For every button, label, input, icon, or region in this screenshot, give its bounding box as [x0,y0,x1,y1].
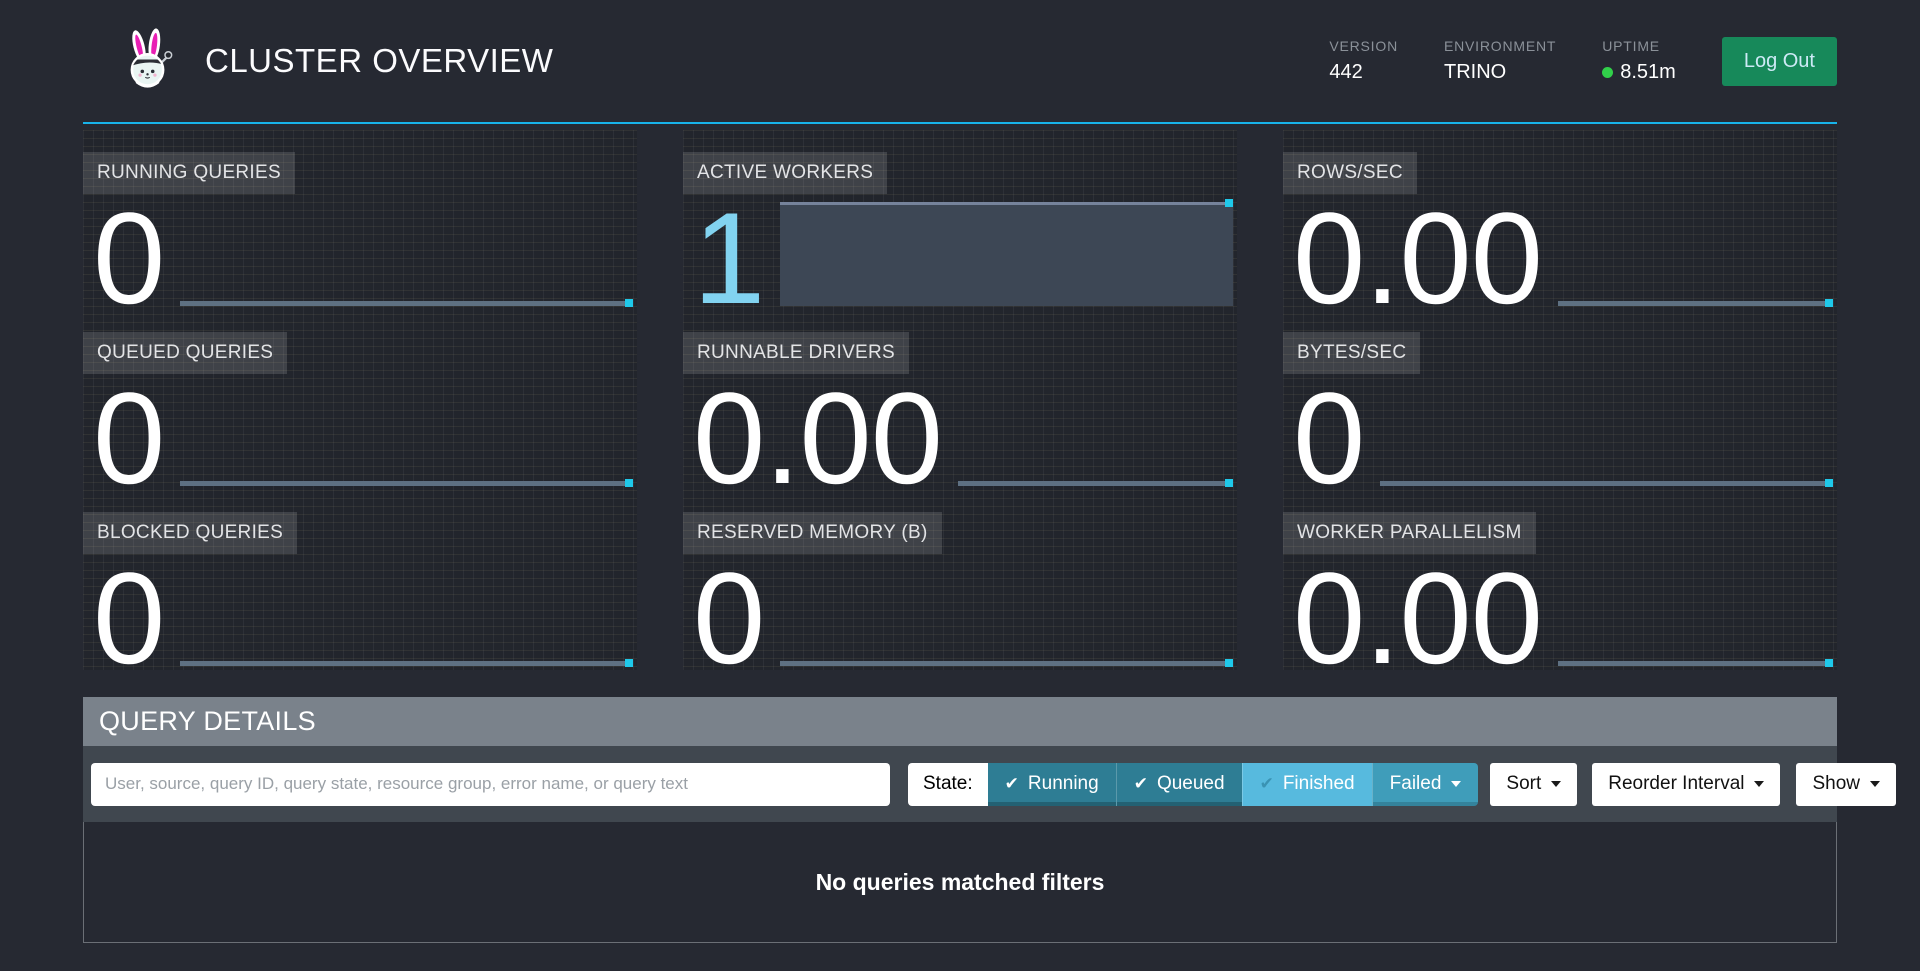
query-list-area: No queries matched filters [83,822,1837,943]
stat-value: 0 [83,388,164,488]
query-details-toolbar: State: ✔ Running ✔ Queued ✔ Finished Fai… [83,746,1837,822]
stat-value: 0 [83,208,164,308]
cluster-overview-page: CLUSTER OVERVIEW VERSION 442 ENVIRONMENT… [0,0,1920,943]
environment-label: ENVIRONMENT [1444,38,1556,54]
uptime-status-dot-icon [1602,67,1613,78]
stat-active-workers: ACTIVE WORKERS 1 [683,130,1237,310]
version-info: VERSION 442 [1329,38,1398,84]
sparkline-chart [1558,301,1833,306]
trino-bunny-logo-icon [123,28,175,94]
sparkline-dot-icon [625,299,633,307]
state-filter-finished[interactable]: ✔ Finished [1242,763,1372,806]
sparkline-chart [180,301,633,306]
stat-runnable-drivers: RUNNABLE DRIVERS 0.00 [683,310,1237,490]
state-filter-finished-label: Finished [1283,773,1355,795]
stat-bytes-per-sec: BYTES/SEC 0 [1283,310,1837,490]
stat-value: 0 [83,568,164,668]
sort-dropdown-button[interactable]: Sort [1490,763,1577,806]
stat-value: 0 [683,568,764,668]
sparkline-chart [180,661,633,666]
environment-value: TRINO [1444,61,1556,84]
query-search-input[interactable] [91,763,890,806]
state-filter-group: State: ✔ Running ✔ Queued ✔ Finished Fai… [908,763,1478,806]
sparkline-dot-icon [1225,659,1233,667]
sort-label: Sort [1506,773,1541,795]
show-dropdown-button[interactable]: Show [1796,763,1896,806]
stat-worker-parallelism: WORKER PARALLELISM 0.00 [1283,490,1837,670]
stat-reserved-memory: RESERVED MEMORY (B) 0 [683,490,1237,670]
empty-results-message: No queries matched filters [816,869,1105,896]
sparkline-dot-icon [1825,659,1833,667]
sparkline-area-chart [780,202,1233,306]
sparkline-chart [1558,661,1833,666]
chevron-down-icon [1754,781,1764,787]
uptime-label: UPTIME [1602,38,1676,54]
stats-column-2: ACTIVE WORKERS 1 RUNNABLE DRIVERS 0.00 R… [683,130,1237,670]
state-filter-queued-label: Queued [1157,773,1225,795]
state-filter-failed-dropdown[interactable]: Failed [1372,763,1479,806]
sparkline-dot-icon [1225,199,1233,207]
version-value: 442 [1329,61,1398,84]
stat-value: 0.00 [683,388,942,488]
sparkline-dot-icon [1225,479,1233,487]
version-label: VERSION [1329,38,1398,54]
sparkline-dot-icon [625,659,633,667]
stats-column-1: RUNNING QUERIES 0 QUEUED QUERIES 0 BLOCK… [83,130,637,670]
logout-button[interactable]: Log Out [1722,37,1837,86]
stat-blocked-queries: BLOCKED QUERIES 0 [83,490,637,670]
sparkline-chart [780,661,1233,666]
app-header: CLUSTER OVERVIEW VERSION 442 ENVIRONMENT… [83,0,1837,124]
uptime-value: 8.51m [1620,61,1676,84]
state-filter-running[interactable]: ✔ Running [988,763,1116,806]
cluster-info: VERSION 442 ENVIRONMENT TRINO UPTIME 8.5… [1329,37,1837,86]
check-icon: ✔ [1005,774,1019,794]
stat-value: 0.00 [1283,568,1542,668]
sparkline-chart [958,481,1233,486]
stats-column-3: ROWS/SEC 0.00 BYTES/SEC 0 WORKER PARALLE… [1283,130,1837,670]
check-icon: ✔ [1134,774,1148,794]
page-title: CLUSTER OVERVIEW [205,42,553,80]
sparkline-dot-icon [1825,479,1833,487]
stat-value: 0.00 [1283,208,1542,308]
chevron-down-icon [1551,781,1561,787]
chevron-down-icon [1451,781,1461,787]
state-filter-label: State: [908,763,988,806]
active-workers-link[interactable]: 1 [683,208,764,308]
stat-queued-queries: QUEUED QUERIES 0 [83,310,637,490]
query-details-title: QUERY DETAILS [83,697,1837,746]
state-filter-running-label: Running [1028,773,1099,795]
sparkline-dot-icon [625,479,633,487]
chevron-down-icon [1870,781,1880,787]
stat-rows-per-sec: ROWS/SEC 0.00 [1283,130,1837,310]
stat-running-queries: RUNNING QUERIES 0 [83,130,637,310]
sparkline-chart [1380,481,1833,486]
cluster-stats-grid: RUNNING QUERIES 0 QUEUED QUERIES 0 BLOCK… [83,130,1837,670]
state-filter-failed-label: Failed [1390,773,1442,795]
environment-info: ENVIRONMENT TRINO [1444,38,1556,84]
show-label: Show [1812,773,1860,795]
sparkline-dot-icon [1825,299,1833,307]
reorder-interval-label: Reorder Interval [1608,773,1744,795]
uptime-value-wrap: 8.51m [1602,61,1676,84]
check-icon: ✔ [1260,774,1274,794]
uptime-info: UPTIME 8.51m [1602,38,1676,84]
query-details-panel: QUERY DETAILS State: ✔ Running ✔ Queued … [83,697,1837,943]
state-filter-queued[interactable]: ✔ Queued [1116,763,1242,806]
sparkline-chart [180,481,633,486]
stat-value: 0 [1283,388,1364,488]
reorder-interval-dropdown-button[interactable]: Reorder Interval [1592,763,1780,806]
